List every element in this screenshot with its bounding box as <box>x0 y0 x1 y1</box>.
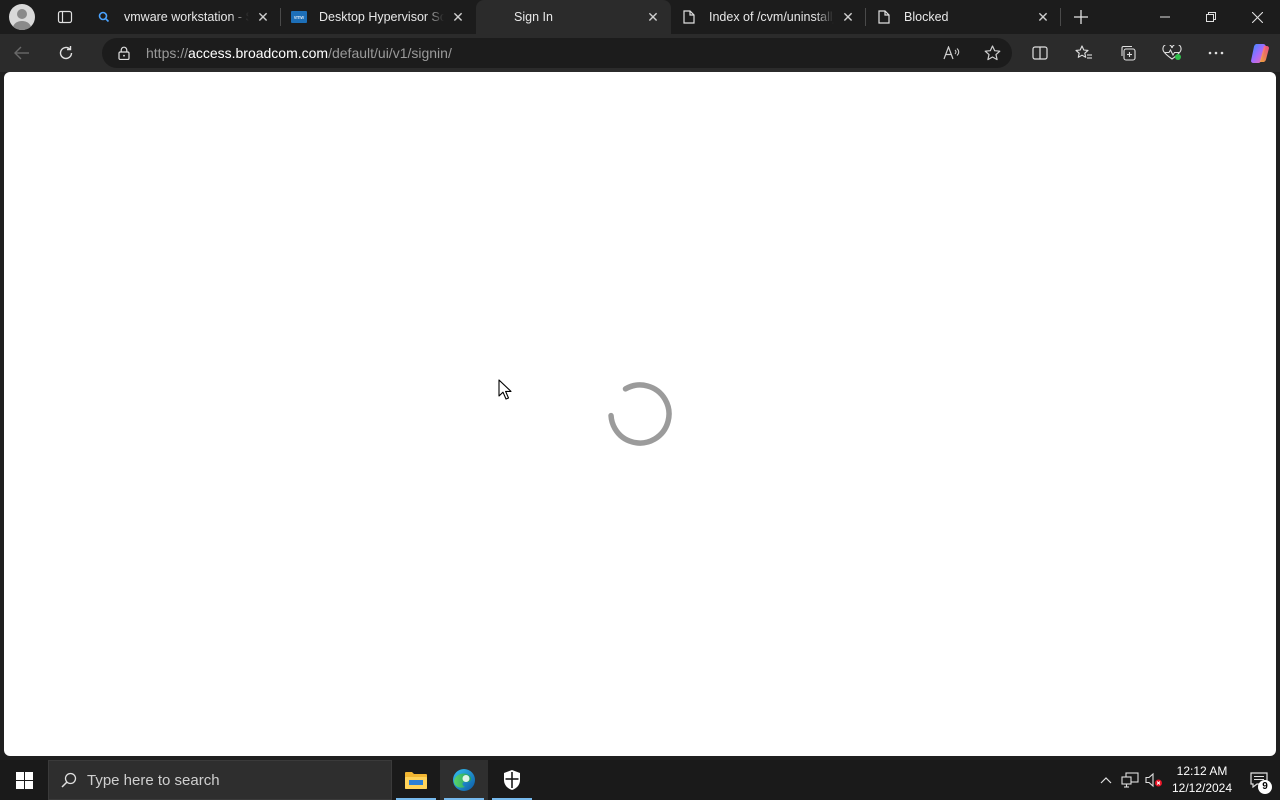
tab-close-icon[interactable]: ✕ <box>840 9 856 25</box>
star-icon <box>984 45 1000 61</box>
split-screen-icon <box>1032 46 1048 60</box>
copilot-icon <box>1251 44 1269 63</box>
tab-index-of[interactable]: Index of /cvm/uninstall_n ✕ <box>671 0 866 34</box>
close-window-button[interactable] <box>1234 0 1280 34</box>
clock-time: 12:12 AM <box>1176 764 1228 778</box>
arrow-left-icon <box>14 46 29 60</box>
collections-button[interactable] <box>1106 34 1150 72</box>
file-explorer-taskbar-button[interactable] <box>392 760 440 800</box>
profile-avatar <box>9 4 35 30</box>
settings-more-button[interactable] <box>1194 34 1238 72</box>
refresh-button[interactable] <box>44 34 88 72</box>
windows-logo-icon <box>15 771 33 789</box>
browser-essentials-button[interactable] <box>1150 34 1194 72</box>
tab-title: vmware workstation - Sea <box>124 10 249 24</box>
read-aloud-icon <box>943 46 960 60</box>
search-placeholder: Type here to search <box>87 771 220 789</box>
shield-icon <box>504 770 520 790</box>
network-button[interactable] <box>1118 772 1142 788</box>
tab-title: Sign In <box>514 10 553 24</box>
vmware-icon: vmw <box>291 9 307 25</box>
more-dots-icon <box>1208 51 1224 55</box>
collections-icon <box>1120 45 1136 61</box>
window-controls <box>1142 0 1280 34</box>
tab-close-icon[interactable]: ✕ <box>645 9 661 25</box>
tab-strip: vmware workstation - Sea ✕ vmw Desktop H… <box>86 0 1061 34</box>
tab-title: Desktop Hypervisor Solut <box>319 10 444 24</box>
network-icon <box>1121 772 1139 788</box>
tab-close-icon[interactable]: ✕ <box>255 9 271 25</box>
heartbeat-icon <box>1162 45 1182 60</box>
lock-icon[interactable] <box>102 46 146 60</box>
url-text[interactable]: https://access.broadcom.com/default/ui/v… <box>146 45 932 61</box>
restore-button[interactable] <box>1188 0 1234 34</box>
tab-sign-in[interactable]: Sign In ✕ <box>476 0 671 34</box>
edge-taskbar-button[interactable] <box>440 760 488 800</box>
plus-icon <box>1074 10 1088 24</box>
tab-actions-button[interactable] <box>44 0 86 34</box>
url-host: access.broadcom.com <box>188 45 329 61</box>
profile-button[interactable] <box>0 0 44 34</box>
search-icon <box>96 9 112 25</box>
tab-blocked[interactable]: Blocked ✕ <box>866 0 1061 34</box>
windows-taskbar: Type here to search 12:12 AM 12/12/2024 … <box>0 760 1280 800</box>
taskbar-clock[interactable]: 12:12 AM 12/12/2024 <box>1166 763 1238 797</box>
restore-icon <box>1206 12 1216 22</box>
blank-favicon <box>486 9 502 25</box>
system-tray: 12:12 AM 12/12/2024 9 <box>1094 760 1280 800</box>
taskbar-search-box[interactable]: Type here to search <box>48 760 392 800</box>
tab-close-icon[interactable]: ✕ <box>1035 9 1051 25</box>
folder-icon <box>405 772 427 789</box>
url-path: /default/ui/v1/signin/ <box>328 45 452 61</box>
new-tab-button[interactable] <box>1061 0 1101 34</box>
tab-vmware-search[interactable]: vmware workstation - Sea ✕ <box>86 0 281 34</box>
speaker-muted-icon <box>1145 772 1162 788</box>
back-button[interactable] <box>0 34 44 72</box>
tab-close-icon[interactable]: ✕ <box>450 9 466 25</box>
edge-browser-icon <box>453 769 475 791</box>
browser-toolbar: https://access.broadcom.com/default/ui/v… <box>0 34 1280 72</box>
address-bar[interactable]: https://access.broadcom.com/default/ui/v… <box>102 38 1012 68</box>
action-center-button[interactable]: 9 <box>1238 760 1280 800</box>
split-screen-button[interactable] <box>1018 34 1062 72</box>
page-icon <box>681 9 697 25</box>
tab-title: Index of /cvm/uninstall_n <box>709 10 834 24</box>
start-button[interactable] <box>0 760 48 800</box>
chevron-up-icon <box>1100 777 1112 784</box>
notification-count-badge: 9 <box>1258 780 1272 794</box>
url-scheme: https:// <box>146 45 189 61</box>
copilot-button[interactable] <box>1238 34 1280 72</box>
tab-desktop-hypervisor[interactable]: vmw Desktop Hypervisor Solut ✕ <box>281 0 476 34</box>
clock-date: 12/12/2024 <box>1171 781 1233 795</box>
toolbar-right-buttons <box>1018 34 1280 72</box>
favorites-button[interactable] <box>1062 34 1106 72</box>
mouse-cursor-icon <box>498 379 512 400</box>
close-icon <box>1251 11 1263 23</box>
tab-title: Blocked <box>904 10 949 24</box>
tab-actions-icon <box>57 10 73 24</box>
refresh-icon <box>59 46 73 60</box>
loading-spinner-icon <box>608 382 672 446</box>
page-content <box>4 72 1276 756</box>
volume-button[interactable] <box>1142 772 1166 788</box>
minimize-icon <box>1160 16 1170 18</box>
windows-security-taskbar-button[interactable] <box>488 760 536 800</box>
favorites-icon <box>1075 45 1092 59</box>
minimize-button[interactable] <box>1142 0 1188 34</box>
svg-text:vmw: vmw <box>294 15 305 21</box>
show-hidden-icons-button[interactable] <box>1094 776 1118 784</box>
favorite-button[interactable] <box>972 45 1012 61</box>
read-aloud-button[interactable] <box>932 46 972 60</box>
search-icon <box>61 772 77 788</box>
tab-separator <box>1060 8 1061 26</box>
browser-titlebar: vmware workstation - Sea ✕ vmw Desktop H… <box>0 0 1280 34</box>
page-icon <box>876 9 892 25</box>
